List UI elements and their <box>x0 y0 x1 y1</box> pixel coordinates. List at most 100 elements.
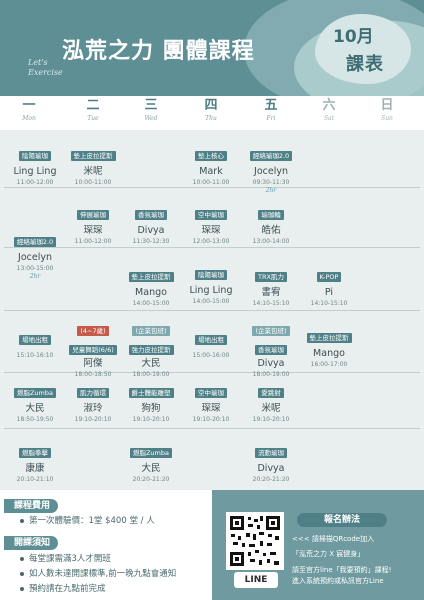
class-name: 燃脂拳擊 <box>19 448 51 458</box>
rule-item: 如人數未達開課標準,前一晚九點會通知 <box>20 568 176 580</box>
class-name: K-POP <box>316 272 342 282</box>
teacher-name: 琛琛 <box>83 225 103 236</box>
class-name: 兒童舞蹈(6/6) <box>69 345 117 355</box>
class-card[interactable]: K-POP Pi 14:10-15:10 <box>300 264 358 308</box>
class-time: 20:20-21:20 <box>252 476 290 483</box>
class-name: 流動瑜珈 <box>255 448 287 458</box>
class-card[interactable]: 燃脂Zumba 大民 20:20-21:20 <box>122 440 180 484</box>
class-card[interactable]: 空中瑜珈 琛琛 12:00-13:00 <box>182 202 240 246</box>
class-name: 燃脂Zumba <box>13 388 56 398</box>
class-time: 09:30-11:30 <box>252 179 290 186</box>
class-card[interactable]: (企業包班) 香氛瑜珈 Divya 18:00-19:00 <box>242 318 300 379</box>
class-time: 16:00-17:00 <box>310 361 348 368</box>
class-card[interactable]: 陰陽瑜珈 Ling Ling 11:00-12:00 <box>6 143 64 187</box>
teacher-name: Ling Ling <box>189 285 233 296</box>
class-name: 墊上皮拉提斯 <box>306 333 352 343</box>
day-header-fri: 五 Fri <box>264 98 278 122</box>
line-logo: LINE <box>234 572 278 588</box>
class-card[interactable]: 燃脂Zumba 大民 18:50-19:50 <box>6 380 64 424</box>
teacher-name: Divya <box>257 463 285 474</box>
class-time: 18:00-18:50 <box>74 371 112 378</box>
class-card[interactable]: 流動瑜珈 Divya 20:20-21:20 <box>242 440 300 484</box>
teacher-name: 書宥 <box>261 287 281 298</box>
class-card[interactable]: 愛跳射 米呢 19:10-20:10 <box>242 380 300 424</box>
teacher-name: 大民 <box>25 403 45 414</box>
teacher-name: 皓佑 <box>261 225 281 236</box>
class-card[interactable]: 墊上皮拉提斯 Mango 16:00-17:00 <box>300 325 358 369</box>
teacher-name: Divya <box>137 225 165 236</box>
class-time: 13:00-15:00 <box>16 265 54 272</box>
class-name: 墊上皮拉提斯 <box>128 272 174 282</box>
fee-item: 第一次體驗價：1堂 $400 堂 / 人 <box>20 515 155 527</box>
class-name: 經絡瑜珈2.0 <box>13 237 57 247</box>
class-group-tag: (企業包班) <box>132 326 170 336</box>
class-time: 19:10-20:10 <box>192 416 230 423</box>
class-time: 12:00-13:00 <box>192 238 230 245</box>
teacher-name: 琛琛 <box>201 225 221 236</box>
day-header-mon: 一 Mon <box>22 98 36 122</box>
class-name: 香氛瑜珈 <box>255 345 287 355</box>
teacher-name: Pi <box>324 287 334 298</box>
class-card[interactable]: 墊上核心 Mark 10:00-11:00 <box>182 143 240 187</box>
class-name: 經絡瑜珈2.0 <box>249 151 293 161</box>
teacher-name: 大民 <box>141 358 161 369</box>
class-card[interactable]: 伸展瑜珈 琛琛 11:00-12:00 <box>64 202 122 246</box>
class-name: 燃脂Zumba <box>129 448 172 458</box>
day-header-sun: 日 Sun <box>380 98 394 122</box>
rules-heading: 開課須知 <box>4 536 59 550</box>
teacher-name: Ling Ling <box>13 166 57 177</box>
class-time: 11:30-12:30 <box>132 238 170 245</box>
class-card[interactable]: TRX肌力 書宥 14:10-15:10 <box>242 264 300 308</box>
class-card[interactable]: 爵士體能雕塑 狗狗 19:10-20:10 <box>122 380 180 424</box>
class-name: 愛跳射 <box>258 388 284 398</box>
class-card[interactable]: 陰陽瑜珈 Ling Ling 14:00-15:00 <box>182 262 240 306</box>
class-card[interactable]: 經絡瑜珈2.0 Jocelyn 09:30-11:30 2hr <box>242 143 300 195</box>
teacher-name: 米呢 <box>83 166 103 177</box>
teacher-name: 米呢 <box>261 403 281 414</box>
class-name: TRX肌力 <box>255 272 287 282</box>
class-card[interactable]: 場地出租 15:10-16:10 <box>6 327 64 360</box>
class-time: 19:10-20:10 <box>132 416 170 423</box>
class-time: 18:00-19:00 <box>132 371 170 378</box>
class-time: 15:00-16:00 <box>192 352 230 359</box>
class-card[interactable]: 墊上皮拉提斯 米呢 10:00-11:00 <box>64 143 122 187</box>
row-divider <box>4 310 420 311</box>
class-time: 18:50-19:50 <box>16 416 54 423</box>
day-header-tue: 二 Tue <box>86 98 100 122</box>
signup-heading: 報名辦法 <box>297 513 387 527</box>
class-group-tag: (企業包班) <box>252 326 290 336</box>
class-card[interactable]: 墊上皮拉提斯 Mango 14:00-15:00 <box>122 264 180 308</box>
day-header-wed: 三 Wed <box>144 98 158 122</box>
class-time: 10:00-11:00 <box>74 179 112 186</box>
teacher-name: 琛琛 <box>201 403 221 414</box>
bullet-dot <box>20 518 24 523</box>
class-card[interactable]: 瑜珈輪 皓佑 13:00-14:00 <box>242 202 300 246</box>
class-card[interactable]: (4~7歲) 兒童舞蹈(6/6) 阿傑 18:00-18:50 <box>64 318 122 379</box>
month-label: 課表 <box>346 54 384 75</box>
class-time: 10:00-11:00 <box>192 179 230 186</box>
class-name: 陰陽瑜珈 <box>195 270 227 280</box>
class-name: 爵士體能雕塑 <box>128 388 174 398</box>
class-name: 場地出租 <box>195 335 227 345</box>
class-card[interactable]: 空中瑜珈 琛琛 19:10-20:10 <box>182 380 240 424</box>
teacher-name: Mark <box>199 166 223 177</box>
class-card[interactable]: 肌力循環 淑玲 19:10-20:10 <box>64 380 122 424</box>
class-card[interactable]: 香氛瑜珈 Divya 11:30-12:30 <box>122 202 180 246</box>
teacher-name: 大民 <box>141 463 161 474</box>
teacher-name: Jocelyn <box>254 166 288 177</box>
class-time: 14:10-15:10 <box>310 300 348 307</box>
class-card[interactable]: 經絡瑜珈2.0 Jocelyn 13:00-15:00 2hr <box>6 229 64 281</box>
class-time: 11:00-12:00 <box>74 238 112 245</box>
class-card[interactable]: 場地出租 15:00-16:00 <box>182 327 240 360</box>
fees-heading: 課程費用 <box>4 499 59 513</box>
teacher-name: Divya <box>257 358 285 369</box>
qr-code-icon[interactable] <box>226 512 284 570</box>
teacher-name: 淑玲 <box>83 403 103 414</box>
teacher-name: Mango <box>313 348 345 359</box>
teacher-name: 狗狗 <box>141 403 161 414</box>
class-card[interactable]: (企業包班) 強力皮拉提斯 大民 18:00-19:00 <box>122 318 180 379</box>
class-name: 香氛瑜珈 <box>135 210 167 220</box>
class-name: 墊上皮拉提斯 <box>70 151 116 161</box>
rule-item: 每堂課需滿3人才開班 <box>20 553 111 565</box>
class-card[interactable]: 燃脂拳擊 康康 20:10-21:10 <box>6 440 64 484</box>
